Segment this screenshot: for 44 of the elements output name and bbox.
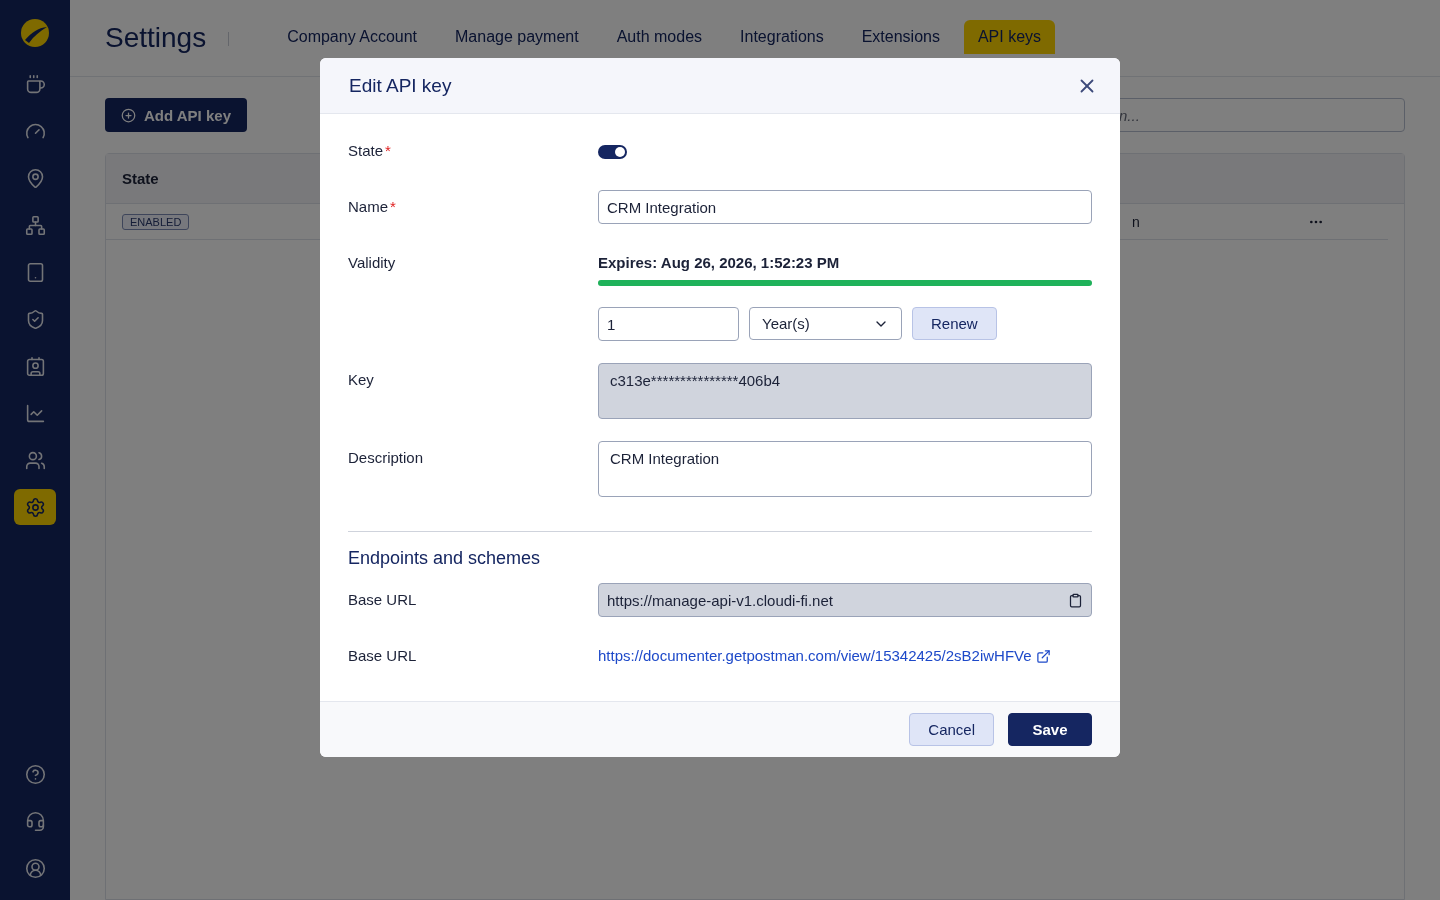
- section-heading: Endpoints and schemes: [348, 548, 542, 569]
- page-title: Settings: [105, 21, 207, 55]
- field-label: Base URL: [348, 590, 418, 610]
- field-label: Validity: [348, 253, 397, 273]
- headset-icon: [24, 810, 46, 832]
- status-badge: ENABLED: [122, 213, 190, 230]
- dialog-title: Edit API key: [349, 74, 452, 97]
- settings-tab[interactable]: Integrations: [726, 20, 838, 54]
- field-label: Name*: [348, 197, 397, 217]
- network-icon: [24, 214, 46, 236]
- add-api-key-button[interactable]: Add API key: [105, 98, 247, 132]
- field-label: Key: [348, 370, 375, 390]
- table-cell: n: [1132, 213, 1140, 230]
- settings-icon: [24, 496, 46, 518]
- settings-tab[interactable]: Company Account: [273, 20, 432, 54]
- settings-tab[interactable]: Manage payment: [441, 20, 593, 54]
- duration-input[interactable]: 1: [598, 307, 739, 341]
- column-header: State: [121, 170, 160, 187]
- plus-circle-icon: [121, 107, 136, 123]
- unit-select[interactable]: Year(s): [749, 307, 902, 340]
- name-input[interactable]: CRM Integration: [598, 190, 1092, 224]
- sidebar-item[interactable]: [14, 489, 56, 525]
- field-label: Description: [348, 448, 425, 468]
- renew-button[interactable]: Renew: [912, 307, 997, 340]
- cancel-button[interactable]: Cancel: [909, 713, 994, 746]
- id-card-icon: [24, 355, 46, 377]
- settings-tab[interactable]: Auth modes: [602, 20, 717, 54]
- cup-icon: [24, 73, 46, 95]
- users-icon: [24, 449, 46, 471]
- settings-tab[interactable]: Extensions: [847, 20, 954, 54]
- user-circle-icon: [24, 857, 46, 879]
- external-link-icon: [1035, 648, 1051, 664]
- clipboard-icon[interactable]: [1068, 592, 1083, 608]
- line-chart-icon: [24, 402, 46, 424]
- save-button[interactable]: Save: [1008, 713, 1092, 746]
- field-label: State*: [348, 141, 392, 161]
- help-icon: [24, 763, 46, 785]
- description-field[interactable]: CRM Integration: [598, 441, 1092, 497]
- expiry-text: Expires: Aug 26, 2026, 1:52:23 PM: [598, 253, 841, 273]
- state-toggle[interactable]: [598, 145, 627, 159]
- field-label: Base URL: [348, 646, 418, 666]
- docs-link[interactable]: https://documenter.getpostman.com/view/15342425/2sB2iwHFVe: [598, 643, 1051, 669]
- logo-icon: [20, 18, 50, 48]
- base-url-field[interactable]: https://manage-api-v1.cloudi-fi.net: [598, 583, 1092, 617]
